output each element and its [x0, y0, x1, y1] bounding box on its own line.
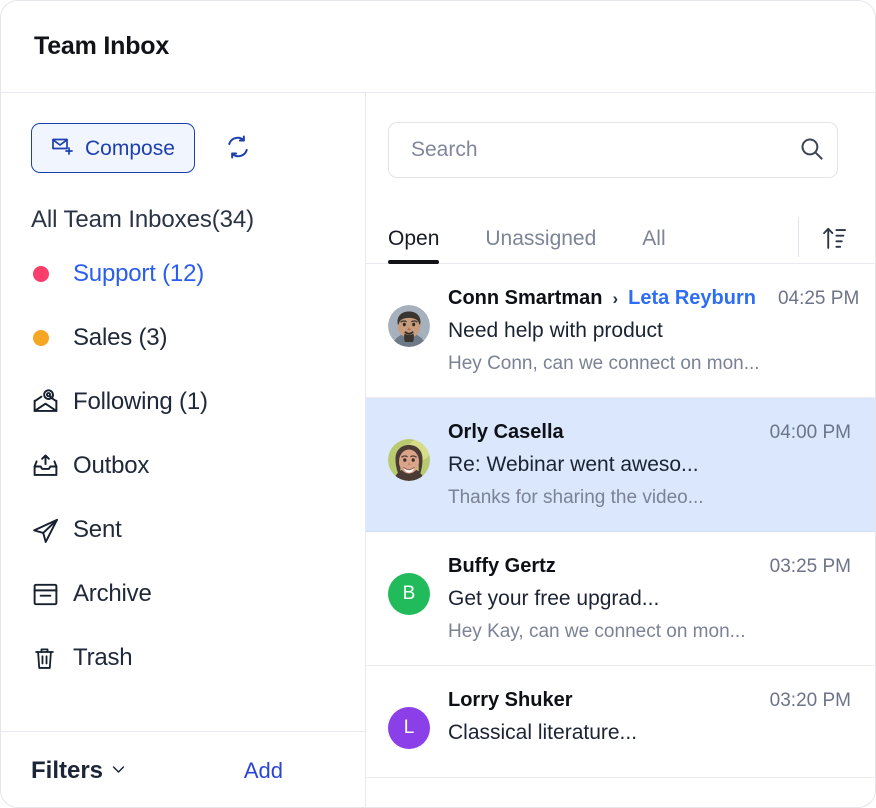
sort-ascending-icon: [821, 224, 849, 255]
avatar-photo-orly: [388, 439, 430, 481]
email-preview: Hey Kay, can we connect on mon...: [448, 621, 746, 642]
table-row[interactable]: L Lorry Shuker 03:20 PM Classical litera…: [366, 666, 875, 778]
app-header: Team Inbox: [1, 1, 875, 93]
avatar-initial: L: [403, 717, 415, 738]
compose-row: Compose: [1, 123, 365, 173]
search-wrap: [366, 93, 875, 178]
team-inbox-window: Team Inbox Compose All Team Inboxes(34) …: [0, 0, 876, 808]
body-split: Compose All Team Inboxes(34) Support (12…: [1, 93, 875, 807]
mention-envelope-icon: [31, 388, 73, 417]
email-timestamp: 04:25 PM: [777, 288, 860, 309]
email-sender: Buffy Gertz: [448, 555, 556, 577]
email-header-line: Buffy Gertz 03:25 PM: [448, 555, 851, 578]
email-list: Conn Smartman › Leta Reyburn 04:25 PM Ne…: [366, 264, 875, 807]
filters-toggle[interactable]: Filters: [31, 757, 127, 785]
email-body: Conn Smartman › Leta Reyburn 04:25 PM Ne…: [448, 287, 859, 375]
email-timestamp: 03:20 PM: [769, 690, 851, 711]
email-body: Orly Casella 04:00 PM Re: Webinar went a…: [448, 421, 851, 509]
sidebar-item-label-sales: Sales (3): [73, 324, 168, 351]
email-sender: Conn Smartman: [448, 287, 603, 309]
sidebar-item-label-sent: Sent: [73, 516, 122, 543]
sidebar-item-label-trash: Trash: [73, 644, 133, 671]
sidebar-footer: Filters Add: [1, 731, 365, 807]
tab-all[interactable]: All: [642, 227, 665, 263]
email-sender: Orly Casella: [448, 421, 564, 443]
search-button[interactable]: [785, 124, 837, 176]
outbox-icon: [31, 452, 73, 481]
tab-unassigned[interactable]: Unassigned: [485, 227, 596, 263]
email-body: Lorry Shuker 03:20 PM Classical literatu…: [448, 689, 851, 755]
search-input[interactable]: [389, 138, 785, 162]
sidebar-item-label-following: Following (1): [73, 388, 208, 415]
tab-open[interactable]: Open: [388, 227, 440, 264]
sidebar-item-following[interactable]: Following (1): [31, 370, 335, 434]
chevron-right-icon: ›: [612, 289, 619, 308]
search-icon: [798, 135, 825, 165]
avatar: [388, 439, 430, 481]
email-assignee[interactable]: Leta Reyburn: [628, 287, 756, 310]
email-header-line: Conn Smartman › Leta Reyburn 04:25 PM: [448, 287, 859, 310]
add-filter-link[interactable]: Add: [244, 758, 283, 784]
sidebar-item-label-archive: Archive: [73, 580, 152, 607]
email-subject: Re: Webinar went aweso...: [448, 453, 699, 476]
all-team-inboxes-label: All Team Inboxes(34): [31, 206, 255, 233]
conversation-list-pane: Open Unassigned All: [366, 93, 875, 807]
send-icon: [31, 516, 73, 545]
sales-dot-icon: [31, 330, 73, 346]
email-subject: Need help with product: [448, 319, 663, 342]
email-subject: Get your free upgrad...: [448, 587, 660, 610]
sidebar-nav-list: Support (12) Sales (3) Following (1) Out…: [1, 242, 365, 690]
sidebar-item-outbox[interactable]: Outbox: [31, 434, 335, 498]
search-box[interactable]: [388, 122, 838, 178]
sidebar-item-trash[interactable]: Trash: [31, 626, 335, 690]
sidebar-item-label-outbox: Outbox: [73, 452, 150, 479]
support-dot-icon: [31, 266, 73, 282]
avatar: [388, 305, 430, 347]
sidebar-main: Compose All Team Inboxes(34) Support (12…: [1, 93, 365, 731]
tabs-row: Open Unassigned All: [366, 202, 875, 264]
email-timestamp: 03:25 PM: [769, 556, 851, 577]
table-row[interactable]: Conn Smartman › Leta Reyburn 04:25 PM Ne…: [366, 264, 875, 398]
trash-icon: [31, 645, 73, 672]
chevron-down-icon: [110, 757, 127, 785]
table-row[interactable]: Orly Casella 04:00 PM Re: Webinar went a…: [366, 398, 875, 532]
avatar-photo-conn: [388, 305, 430, 347]
sidebar: Compose All Team Inboxes(34) Support (12…: [1, 93, 366, 807]
sidebar-item-sent[interactable]: Sent: [31, 498, 335, 562]
sidebar-item-support[interactable]: Support (12): [31, 242, 335, 306]
table-row[interactable]: B Buffy Gertz 03:25 PM Get your free upg…: [366, 532, 875, 666]
sidebar-item-sales[interactable]: Sales (3): [31, 306, 335, 370]
avatar: B: [388, 573, 430, 615]
email-subject: Classical literature...: [448, 721, 638, 744]
sort-button[interactable]: [821, 224, 849, 255]
filters-label: Filters: [31, 756, 104, 784]
sidebar-item-archive[interactable]: Archive: [31, 562, 335, 626]
tabs-divider: [798, 217, 799, 257]
avatar: L: [388, 707, 430, 749]
email-body: Buffy Gertz 03:25 PM Get your free upgra…: [448, 555, 851, 643]
email-timestamp: 04:00 PM: [769, 422, 851, 443]
sidebar-item-label-support: Support (12): [73, 260, 205, 287]
compose-button-label: Compose: [85, 136, 175, 160]
email-header-line: Orly Casella 04:00 PM: [448, 421, 851, 444]
compose-button[interactable]: Compose: [31, 123, 195, 173]
page-title: Team Inbox: [34, 32, 170, 60]
refresh-button[interactable]: [221, 131, 255, 165]
email-preview: Hey Conn, can we connect on mon...: [448, 353, 760, 374]
refresh-icon: [224, 133, 252, 164]
email-sender: Lorry Shuker: [448, 689, 573, 711]
archive-icon: [31, 580, 73, 609]
compose-envelope-icon: [50, 133, 74, 163]
email-preview: Thanks for sharing the video...: [448, 487, 704, 508]
email-header-line: Lorry Shuker 03:20 PM: [448, 689, 851, 712]
avatar-initial: B: [402, 583, 416, 604]
